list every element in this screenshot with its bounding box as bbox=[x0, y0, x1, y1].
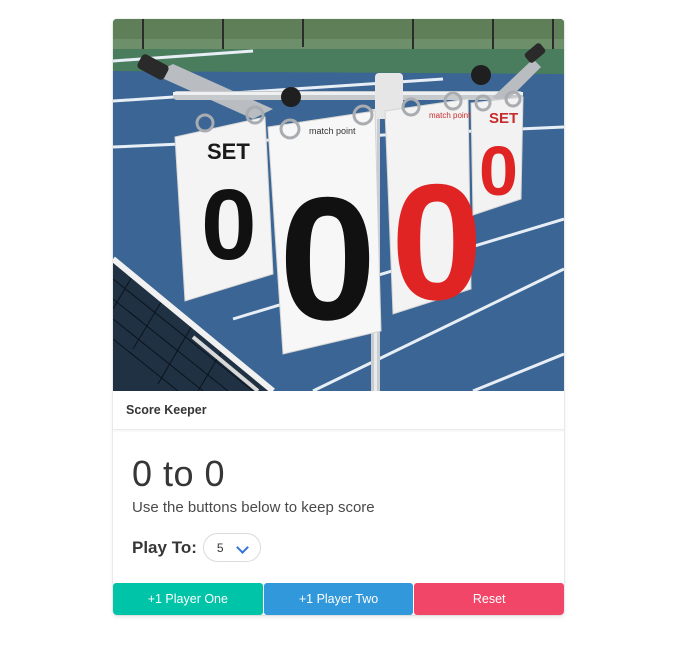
svg-text:match point: match point bbox=[309, 126, 356, 136]
svg-text:0: 0 bbox=[391, 150, 483, 334]
svg-text:0: 0 bbox=[479, 132, 518, 210]
svg-text:0: 0 bbox=[201, 169, 257, 281]
svg-text:match point: match point bbox=[429, 111, 471, 120]
svg-text:SET: SET bbox=[489, 110, 518, 127]
score-card-red: match point 0 bbox=[384, 91, 483, 334]
card-header: Score Keeper bbox=[113, 391, 564, 430]
score-instructions: Use the buttons below to keep score bbox=[132, 499, 375, 516]
card-content: 0 to 0 Use the buttons below to keep sco… bbox=[113, 430, 564, 583]
card-header-title: Score Keeper bbox=[126, 403, 207, 417]
svg-text:0: 0 bbox=[279, 162, 376, 357]
play-to-label: Play To: bbox=[132, 537, 197, 557]
score-buttons: +1 Player One +1 Player Two Reset bbox=[113, 583, 564, 615]
score-keeper-card: SET 0 match point 0 match point 0 SET 0 bbox=[113, 19, 564, 615]
score-display: 0 to 0 bbox=[132, 453, 226, 494]
play-to-row: Play To: 5 bbox=[132, 533, 545, 562]
set-card-right: SET 0 bbox=[470, 90, 524, 216]
chevron-down-icon bbox=[236, 541, 249, 554]
player-two-button[interactable]: +1 Player Two bbox=[263, 583, 414, 615]
play-to-selected-value: 5 bbox=[216, 540, 224, 555]
svg-text:SET: SET bbox=[207, 139, 250, 164]
play-to-select[interactable]: 5 bbox=[202, 533, 261, 562]
scoreboard-image: SET 0 match point 0 match point 0 SET 0 bbox=[113, 19, 564, 391]
player-one-button[interactable]: +1 Player One bbox=[113, 583, 263, 615]
score-card-middle: match point 0 bbox=[267, 104, 382, 357]
reset-button[interactable]: Reset bbox=[414, 583, 564, 615]
set-card-left: SET 0 bbox=[174, 105, 274, 302]
